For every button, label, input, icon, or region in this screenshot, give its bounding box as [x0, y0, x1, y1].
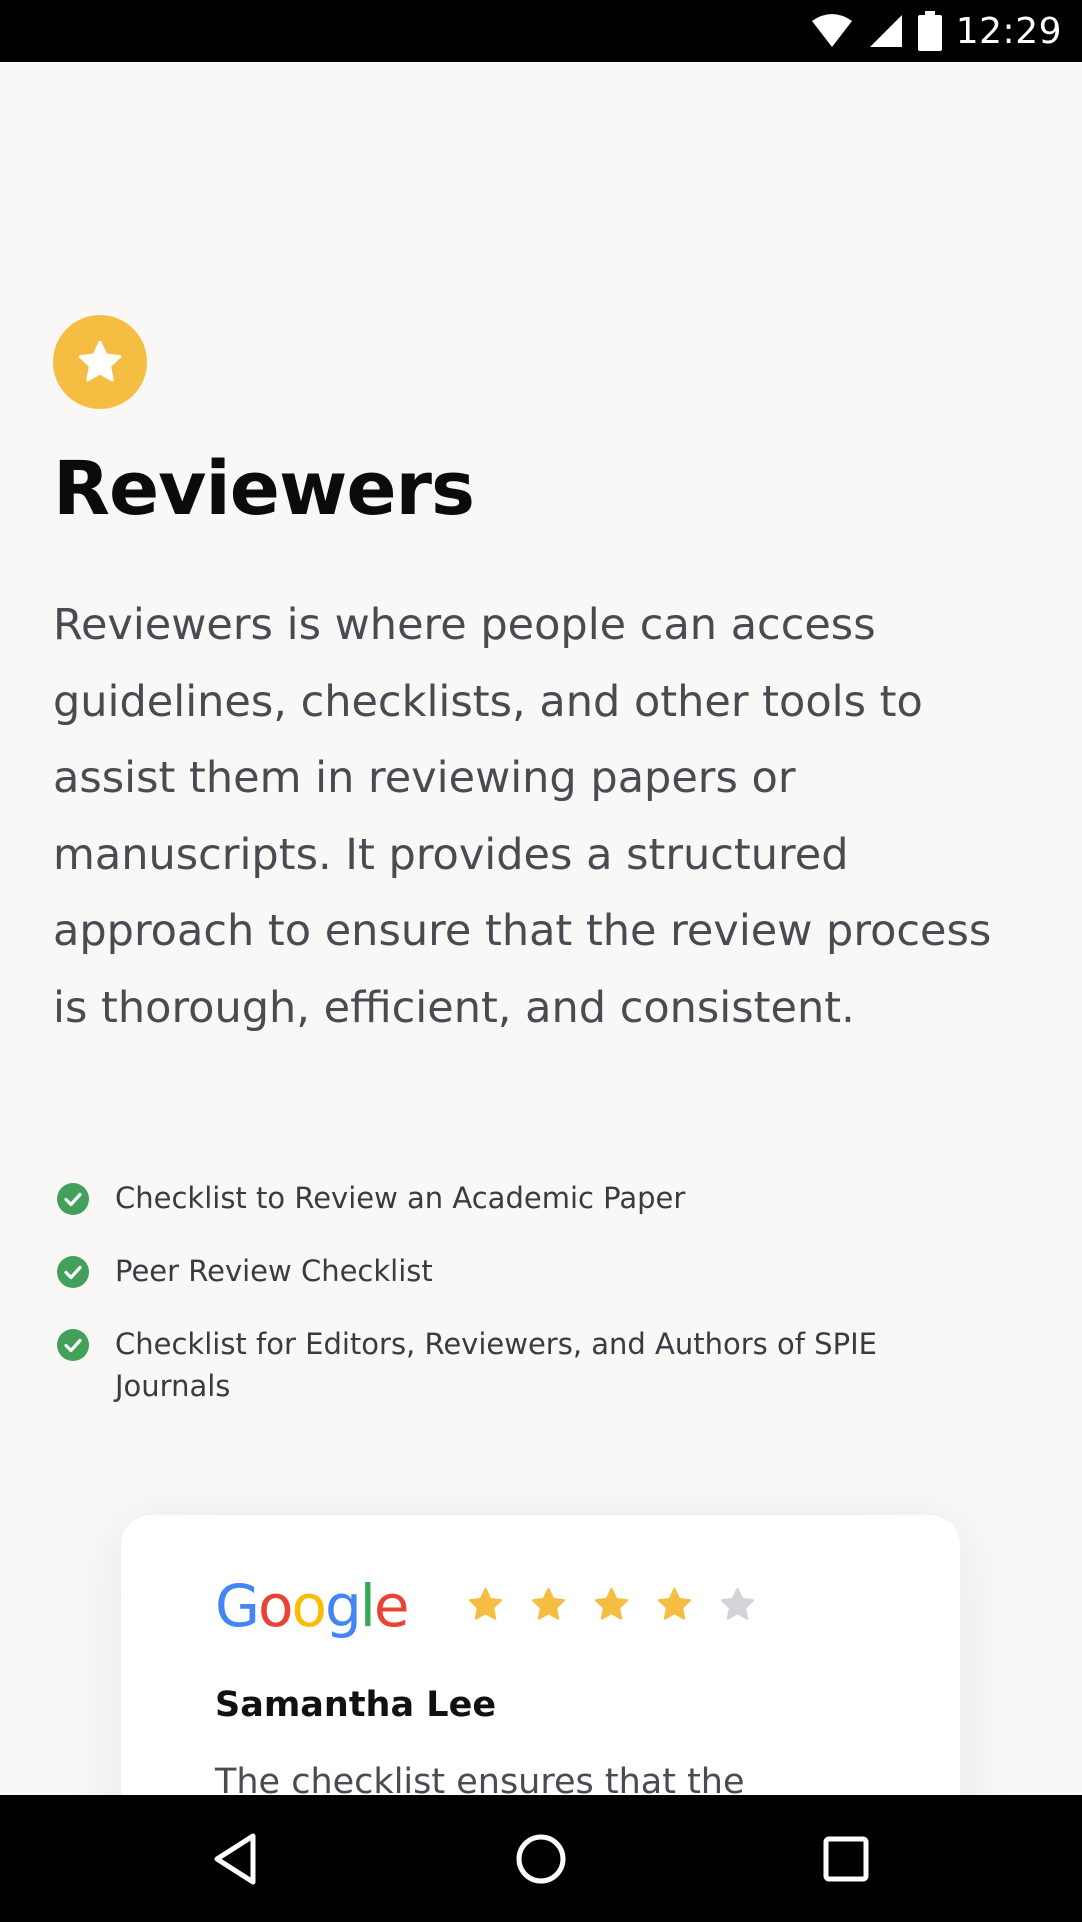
main-content[interactable]: Reviewers Reviewers is where people can …	[0, 62, 1082, 1795]
star-filled-icon	[468, 1587, 503, 1620]
section-description: Reviewers is where people can access gui…	[53, 600, 992, 1033]
review-card: Google Samantha Lee The checklist ensure…	[121, 1515, 960, 1795]
star-empty-icon	[720, 1587, 755, 1620]
reviewer-name: Samantha Lee	[215, 1685, 497, 1725]
review-text: The checklist ensures that the	[215, 1762, 745, 1795]
home-icon	[516, 1834, 566, 1883]
google-logo: Google	[215, 1572, 410, 1640]
battery-icon	[917, 11, 942, 51]
checklist-item: Checklist for Editors, Reviewers, and Au…	[53, 1323, 993, 1407]
back-icon	[214, 1833, 256, 1884]
navigation-bar	[0, 1795, 1082, 1922]
check-circle-icon	[57, 1183, 89, 1215]
checklist-item-label: Checklist for Editors, Reviewers, and Au…	[115, 1327, 877, 1403]
check-circle-icon	[57, 1329, 89, 1361]
status-icons: 12:29	[810, 0, 1062, 62]
star-filled-icon	[531, 1587, 566, 1620]
page-title: Reviewers	[53, 446, 475, 532]
status-time: 12:29	[955, 10, 1062, 52]
checklist-item: Peer Review Checklist	[53, 1250, 993, 1292]
home-button[interactable]	[481, 1795, 601, 1922]
check-circle-icon	[57, 1256, 89, 1288]
back-button[interactable]	[176, 1795, 296, 1922]
checklist-item-label: Checklist to Review an Academic Paper	[115, 1181, 686, 1215]
recents-icon	[823, 1836, 869, 1881]
checklist-item: Checklist to Review an Academic Paper	[53, 1177, 993, 1219]
star-filled-icon	[657, 1587, 692, 1620]
checklist-item-label: Peer Review Checklist	[115, 1254, 433, 1288]
cellular-signal-icon	[869, 15, 902, 47]
star-icon	[78, 340, 122, 382]
status-bar: 12:29	[0, 0, 1082, 62]
star-rating	[466, 1585, 757, 1624]
recents-button[interactable]	[786, 1795, 906, 1922]
star-filled-icon	[594, 1587, 629, 1620]
checklist: Checklist to Review an Academic Paper Pe…	[53, 1177, 993, 1438]
star-badge	[53, 315, 147, 409]
wifi-icon	[811, 14, 852, 47]
